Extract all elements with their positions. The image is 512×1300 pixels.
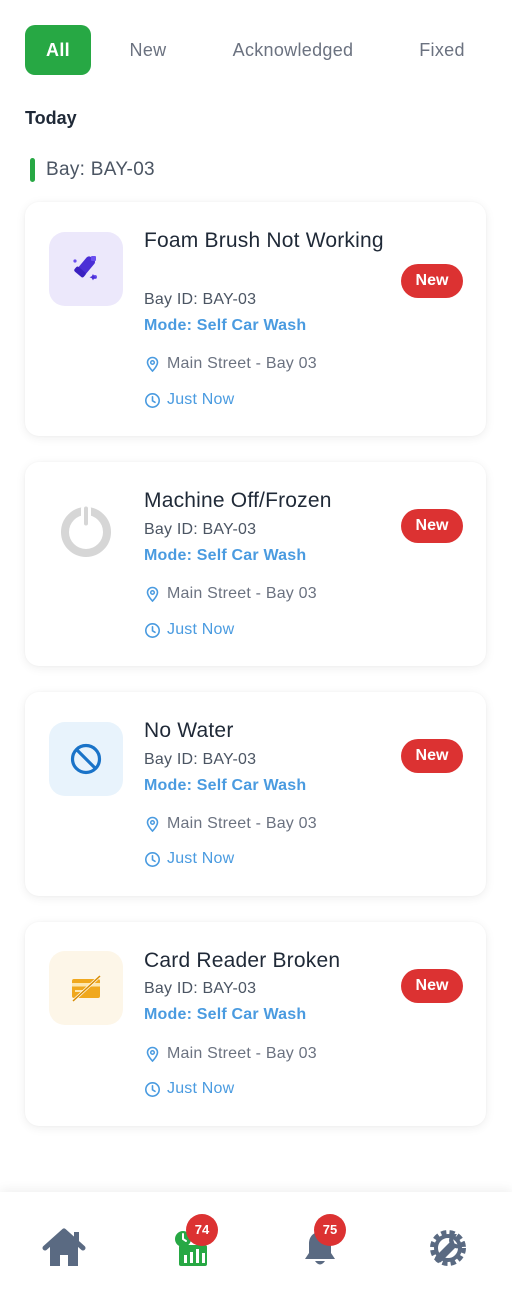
time-text: Just Now [167, 621, 235, 638]
alert-time: Just Now [144, 621, 234, 639]
status-badge: New [401, 509, 463, 543]
alert-mode: Mode: Self Car Wash [144, 547, 307, 564]
tab-all[interactable]: All [25, 25, 91, 75]
filter-tabs: All New Acknowledged Fixed [25, 25, 512, 75]
location-text: Main Street - Bay 03 [167, 1045, 317, 1062]
nav-settings[interactable] [418, 1218, 478, 1278]
alert-location: Main Street - Bay 03 [144, 815, 317, 833]
bottom-navigation: 74 75 [0, 1192, 512, 1300]
tab-new[interactable]: New [115, 25, 181, 75]
notifications-count-badge: 75 [314, 1214, 346, 1246]
time-text: Just Now [167, 1080, 235, 1097]
status-badge: New [401, 264, 463, 298]
alert-card-foam-brush[interactable]: Foam Brush Not Working Bay ID: BAY-03 Mo… [25, 202, 486, 436]
location-text: Main Street - Bay 03 [167, 815, 317, 832]
home-icon [42, 1228, 86, 1266]
tab-acknowledged[interactable]: Acknowledged [215, 25, 371, 75]
clock-icon [144, 622, 161, 639]
alert-title: Machine Off/Frozen [144, 489, 332, 512]
foam-brush-icon [49, 232, 123, 306]
bay-accent-bar [30, 158, 35, 182]
alert-card-no-water[interactable]: No Water Bay ID: BAY-03 Mode: Self Car W… [25, 692, 486, 896]
nav-home[interactable] [34, 1218, 94, 1278]
clock-icon [144, 392, 161, 409]
nav-notifications[interactable]: 75 [290, 1214, 350, 1278]
alert-bay-id: Bay ID: BAY-03 [144, 291, 257, 308]
alert-location: Main Street - Bay 03 [144, 355, 317, 373]
alert-bay-id: Bay ID: BAY-03 [144, 980, 257, 997]
time-text: Just Now [167, 391, 235, 408]
clock-icon [144, 1081, 161, 1098]
alert-time: Just Now [144, 391, 234, 409]
alert-location: Main Street - Bay 03 [144, 585, 317, 603]
location-pin-icon [144, 586, 161, 603]
no-water-icon [49, 722, 123, 796]
alert-mode: Mode: Self Car Wash [144, 317, 307, 334]
alert-bay-id: Bay ID: BAY-03 [144, 751, 257, 768]
bay-label: Bay: BAY-03 [46, 159, 155, 180]
status-badge: New [401, 739, 463, 773]
alert-card-machine-off[interactable]: Machine Off/Frozen Bay ID: BAY-03 Mode: … [25, 462, 486, 666]
alert-title: No Water [144, 719, 234, 742]
alert-bay-id: Bay ID: BAY-03 [144, 521, 257, 538]
bay-group-header: Bay: BAY-03 [30, 157, 155, 183]
reports-count-badge: 74 [186, 1214, 218, 1246]
tab-fixed[interactable]: Fixed [409, 25, 475, 75]
alert-title: Foam Brush Not Working [144, 229, 384, 252]
alert-title: Card Reader Broken [144, 949, 341, 972]
alert-mode: Mode: Self Car Wash [144, 777, 307, 794]
alert-mode: Mode: Self Car Wash [144, 1006, 307, 1023]
alert-time: Just Now [144, 1080, 234, 1098]
location-pin-icon [144, 816, 161, 833]
status-badge: New [401, 969, 463, 1003]
wrench-gear-icon [430, 1230, 466, 1266]
card-broken-icon [49, 951, 123, 1025]
alert-location: Main Street - Bay 03 [144, 1045, 317, 1063]
location-pin-icon [144, 1046, 161, 1063]
power-icon [49, 492, 123, 566]
time-text: Just Now [167, 850, 235, 867]
day-heading: Today [25, 108, 77, 128]
alert-card-card-reader[interactable]: Card Reader Broken Bay ID: BAY-03 Mode: … [25, 922, 486, 1126]
location-text: Main Street - Bay 03 [167, 355, 317, 372]
nav-reports[interactable]: 74 [162, 1214, 222, 1278]
location-text: Main Street - Bay 03 [167, 585, 317, 602]
clock-icon [144, 851, 161, 868]
alert-time: Just Now [144, 850, 234, 868]
location-pin-icon [144, 356, 161, 373]
